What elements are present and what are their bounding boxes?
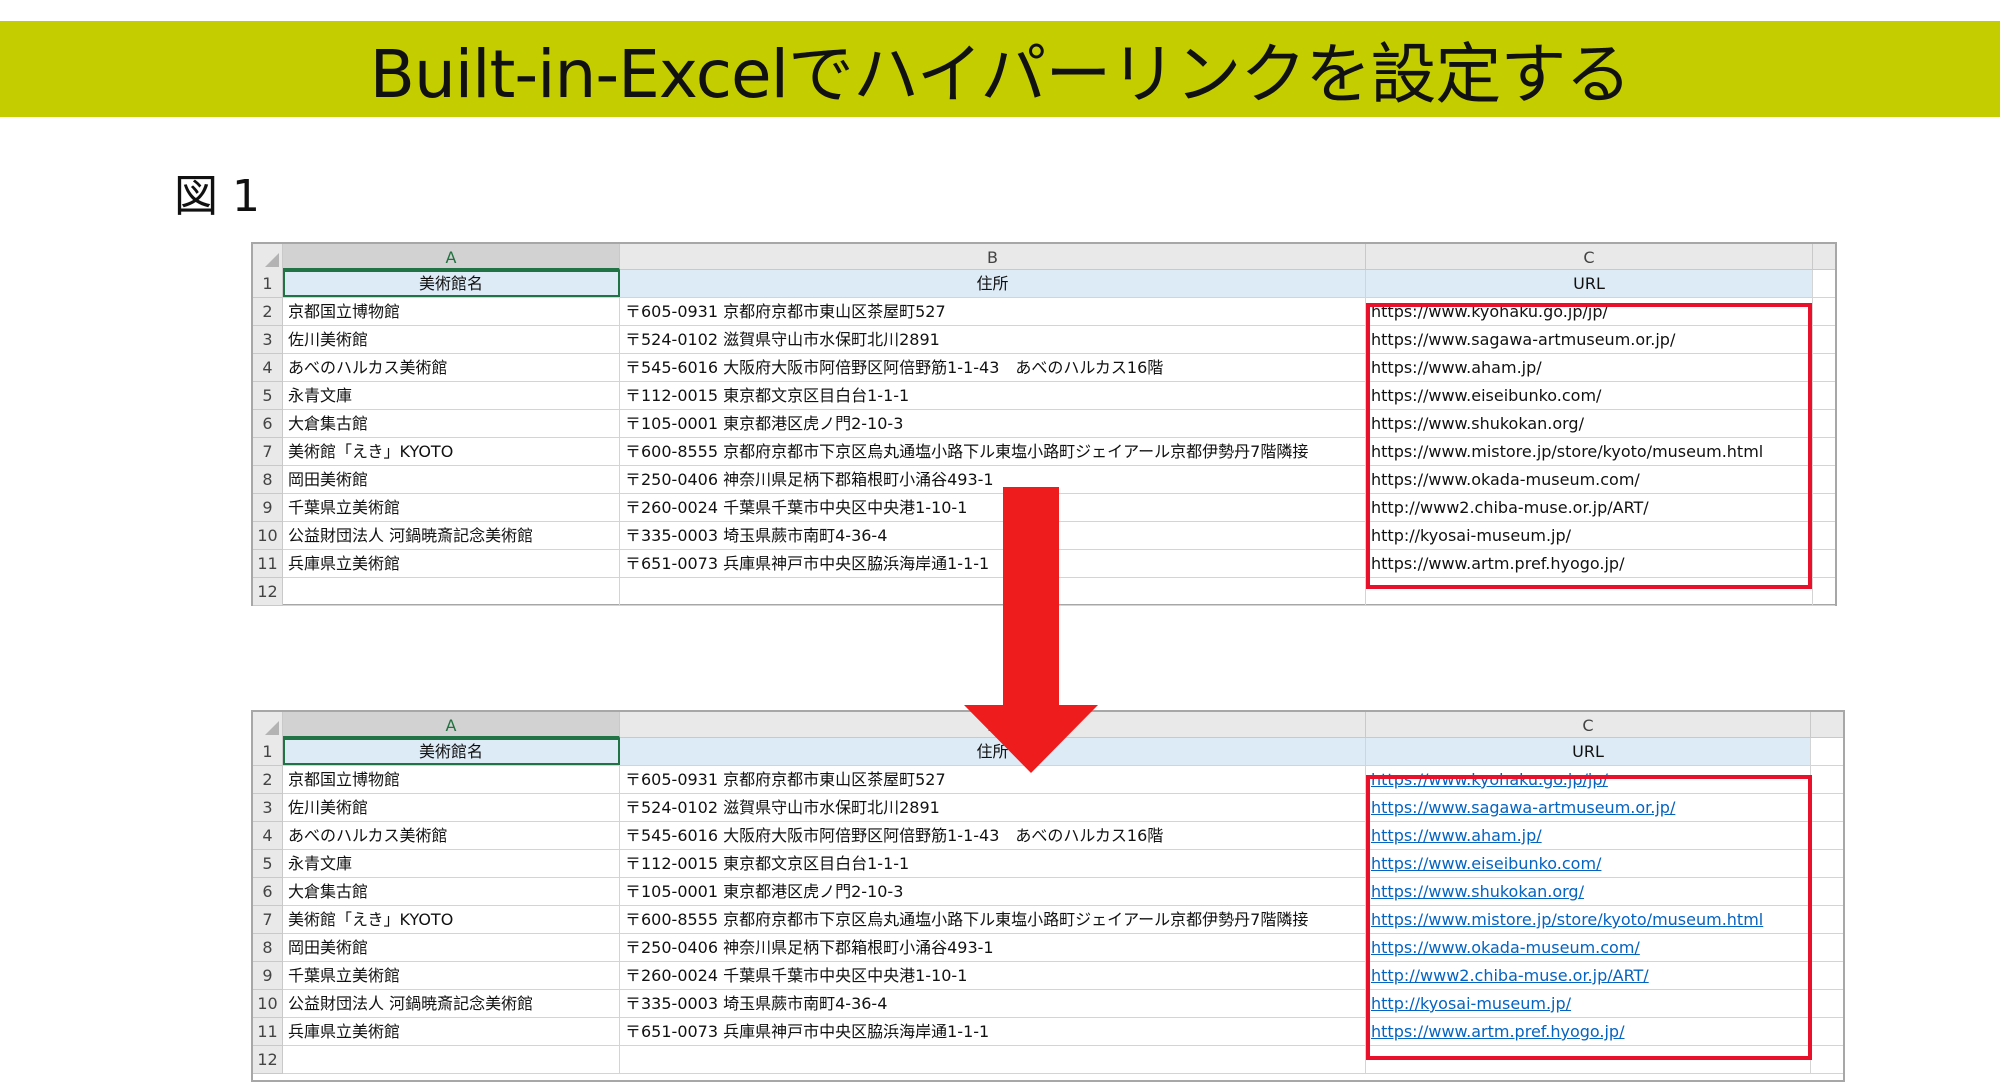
- address-cell[interactable]: 〒260-0024 千葉県千葉市中央区中央港1-10-1: [620, 962, 1366, 989]
- row-header[interactable]: 5: [253, 382, 283, 410]
- address-cell[interactable]: 〒335-0003 埼玉県蕨市南町4-36-4: [620, 990, 1366, 1017]
- address-cell[interactable]: 〒605-0931 京都府京都市東山区茶屋町527: [620, 298, 1366, 325]
- row-header[interactable]: 11: [253, 1018, 283, 1046]
- select-all-triangle-icon: [265, 721, 279, 735]
- row-header[interactable]: 9: [253, 962, 283, 990]
- museum-name-cell[interactable]: あべのハルカス美術館: [283, 822, 620, 849]
- museum-name-cell[interactable]: 岡田美術館: [283, 466, 620, 493]
- museum-name-cell[interactable]: あべのハルカス美術館: [283, 354, 620, 381]
- museum-name-cell[interactable]: 佐川美術館: [283, 794, 620, 821]
- museum-name-cell[interactable]: 岡田美術館: [283, 934, 620, 961]
- museum-name-cell[interactable]: 京都国立博物館: [283, 766, 620, 793]
- cell-c1-url-header[interactable]: URL: [1366, 738, 1811, 765]
- cell-c1-url-header[interactable]: URL: [1366, 270, 1813, 297]
- table-header-row: 美術館名 住所 URL: [283, 270, 1835, 298]
- select-all-corner[interactable]: [253, 244, 283, 270]
- address-cell[interactable]: 〒545-6016 大阪府大阪市阿倍野区阿倍野筋1-1-43 あべのハルカス16…: [620, 822, 1366, 849]
- row-header[interactable]: 8: [253, 934, 283, 962]
- museum-name-cell[interactable]: 千葉県立美術館: [283, 962, 620, 989]
- title-banner: Built-in-Excelでハイパーリンクを設定する: [0, 21, 2000, 117]
- address-cell[interactable]: 〒112-0015 東京都文京区目白台1-1-1: [620, 850, 1366, 877]
- empty-cell[interactable]: [283, 578, 620, 605]
- row-header[interactable]: 12: [253, 578, 283, 606]
- row-header[interactable]: 3: [253, 794, 283, 822]
- column-header-c[interactable]: C: [1366, 244, 1813, 270]
- row-header[interactable]: 9: [253, 494, 283, 522]
- row-header[interactable]: 5: [253, 850, 283, 878]
- row-headers: 1 2 3 4 5 6 7 8 9 10 11 12: [253, 270, 283, 606]
- museum-name-cell[interactable]: 大倉集古館: [283, 410, 620, 437]
- column-header-c[interactable]: C: [1366, 712, 1811, 738]
- column-header-row: ABC: [253, 244, 1835, 270]
- museum-name-cell[interactable]: 公益財団法人 河鍋暁斎記念美術館: [283, 990, 620, 1017]
- museum-name-cell[interactable]: 兵庫県立美術館: [283, 550, 620, 577]
- row-header[interactable]: 1: [253, 270, 283, 298]
- url-highlight-box-after: [1366, 775, 1812, 1060]
- row-header[interactable]: 4: [253, 354, 283, 382]
- cell-a1-museum-name-header[interactable]: 美術館名: [283, 270, 620, 297]
- museum-name-cell[interactable]: 兵庫県立美術館: [283, 1018, 620, 1045]
- address-cell[interactable]: 〒600-8555 京都府京都市下京区烏丸通塩小路下ル東塩小路町ジェイアール京都…: [620, 906, 1366, 933]
- museum-name-cell[interactable]: 大倉集古館: [283, 878, 620, 905]
- column-header-a[interactable]: A: [283, 244, 620, 270]
- row-headers: 1 2 3 4 5 6 7 8 9 10 11 12: [253, 738, 283, 1074]
- address-cell[interactable]: 〒524-0102 滋賀県守山市水保町北川2891: [620, 326, 1366, 353]
- address-cell[interactable]: 〒545-6016 大阪府大阪市阿倍野区阿倍野筋1-1-43 あべのハルカス16…: [620, 354, 1366, 381]
- row-header[interactable]: 4: [253, 822, 283, 850]
- row-header[interactable]: 2: [253, 766, 283, 794]
- down-arrow-icon: [964, 487, 1098, 773]
- row-header[interactable]: 10: [253, 522, 283, 550]
- row-header[interactable]: 8: [253, 466, 283, 494]
- row-header[interactable]: 3: [253, 326, 283, 354]
- row-header[interactable]: 6: [253, 878, 283, 906]
- banner-title: Built-in-Excelでハイパーリンクを設定する: [369, 36, 1632, 113]
- museum-name-cell[interactable]: 佐川美術館: [283, 326, 620, 353]
- figure-label: 図 1: [174, 171, 260, 222]
- row-header[interactable]: 2: [253, 298, 283, 326]
- column-header-b[interactable]: B: [620, 244, 1366, 270]
- row-header[interactable]: 11: [253, 550, 283, 578]
- address-cell[interactable]: 〒600-8555 京都府京都市下京区烏丸通塩小路下ル東塩小路町ジェイアール京都…: [620, 438, 1366, 465]
- address-cell[interactable]: 〒250-0406 神奈川県足柄下郡箱根町小涌谷493-1: [620, 934, 1366, 961]
- row-header[interactable]: 1: [253, 738, 283, 766]
- address-cell[interactable]: 〒651-0073 兵庫県神戸市中央区脇浜海岸通1-1-1: [620, 1018, 1366, 1045]
- museum-name-cell[interactable]: 京都国立博物館: [283, 298, 620, 325]
- row-header[interactable]: 7: [253, 906, 283, 934]
- address-cell[interactable]: 〒524-0102 滋賀県守山市水保町北川2891: [620, 794, 1366, 821]
- row-header[interactable]: 12: [253, 1046, 283, 1074]
- select-all-corner[interactable]: [253, 712, 283, 738]
- address-cell[interactable]: 〒112-0015 東京都文京区目白台1-1-1: [620, 382, 1366, 409]
- row-header[interactable]: 7: [253, 438, 283, 466]
- museum-name-cell[interactable]: 千葉県立美術館: [283, 494, 620, 521]
- url-highlight-box-before: [1366, 303, 1812, 589]
- cell-a1-museum-name-header[interactable]: 美術館名: [283, 738, 620, 765]
- address-cell[interactable]: 〒105-0001 東京都港区虎ノ門2-10-3: [620, 410, 1366, 437]
- select-all-triangle-icon: [265, 253, 279, 267]
- empty-cell[interactable]: [620, 1046, 1366, 1073]
- museum-name-cell[interactable]: 公益財団法人 河鍋暁斎記念美術館: [283, 522, 620, 549]
- museum-name-cell[interactable]: 永青文庫: [283, 850, 620, 877]
- museum-name-cell[interactable]: 永青文庫: [283, 382, 620, 409]
- row-header[interactable]: 6: [253, 410, 283, 438]
- museum-name-cell[interactable]: 美術館「えき」KYOTO: [283, 438, 620, 465]
- row-header[interactable]: 10: [253, 990, 283, 1018]
- cell-b1-address-header[interactable]: 住所: [620, 270, 1366, 297]
- museum-name-cell[interactable]: 美術館「えき」KYOTO: [283, 906, 620, 933]
- empty-cell[interactable]: [283, 1046, 620, 1073]
- address-cell[interactable]: 〒105-0001 東京都港区虎ノ門2-10-3: [620, 878, 1366, 905]
- column-header-a[interactable]: A: [283, 712, 620, 738]
